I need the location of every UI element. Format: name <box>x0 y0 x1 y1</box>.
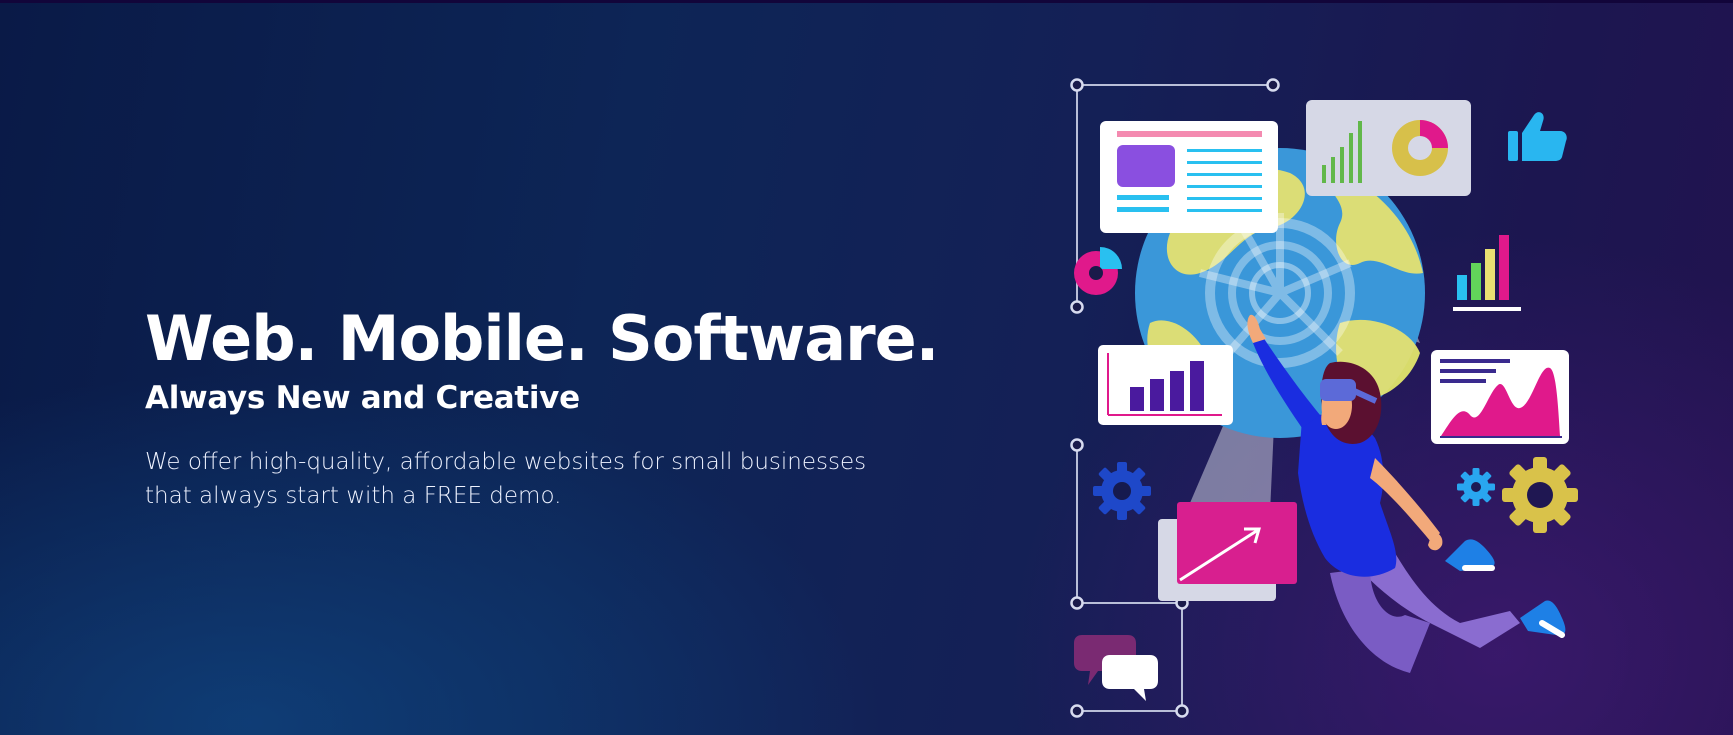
webpage-layout-icon <box>1100 121 1278 233</box>
area-chart-icon <box>1431 350 1569 444</box>
hero-description: We offer high-quality, affordable websit… <box>145 449 867 509</box>
pie-chart-icon <box>1074 247 1122 295</box>
hero-banner: Web. Mobile. Software. Always New and Cr… <box>0 0 1733 735</box>
bar-chart-icon <box>1453 235 1521 311</box>
gear-icon <box>1093 462 1151 520</box>
large-gear-icon <box>1502 457 1578 533</box>
stats-card-icon <box>1306 100 1471 196</box>
hero-headline: Web. Mobile. Software. <box>145 302 939 375</box>
small-gear-icon <box>1457 468 1495 506</box>
hero-text-block: Web. Mobile. Software. Always New and Cr… <box>145 303 965 513</box>
thumbs-up-icon <box>1508 112 1567 161</box>
chat-bubbles-icon <box>1074 635 1158 701</box>
hero-illustration-svg <box>1070 78 1578 718</box>
trend-arrow-icon <box>1158 502 1297 601</box>
hero-illustration <box>1040 63 1640 733</box>
hero-subheadline: Always New and Creative <box>145 380 580 416</box>
column-chart-icon <box>1098 345 1233 425</box>
